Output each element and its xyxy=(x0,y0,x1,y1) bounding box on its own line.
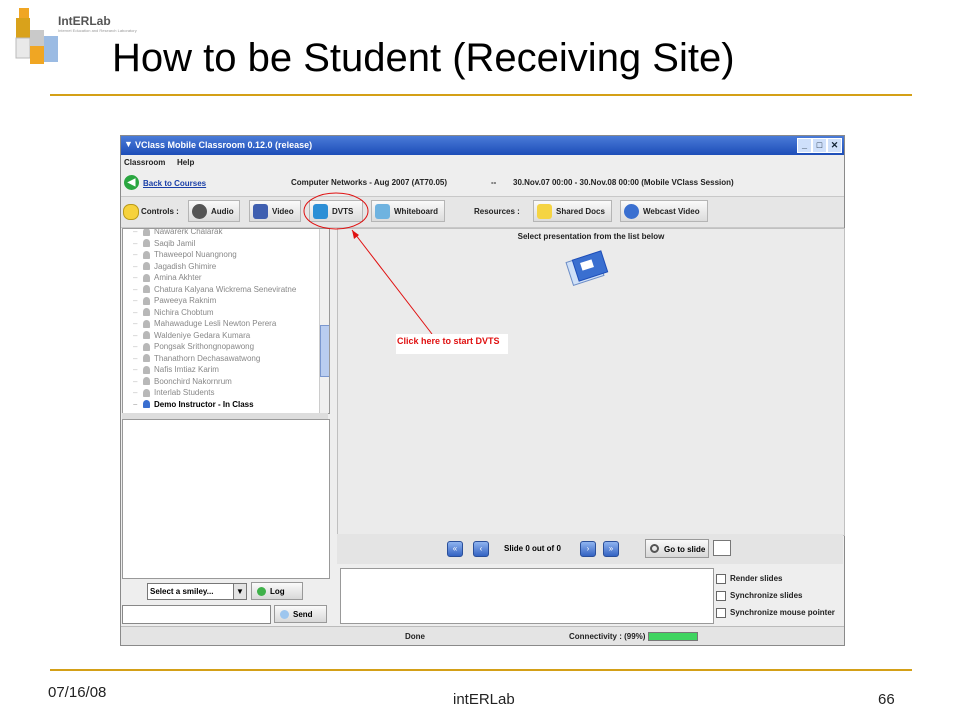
dvts-callout: Click here to start DVTS xyxy=(396,334,508,354)
dvts-highlight-ellipse xyxy=(303,192,369,230)
annotation-overlay xyxy=(303,192,433,335)
callout-arrow xyxy=(351,229,433,335)
dvts-callout-text: Click here to start DVTS xyxy=(397,336,500,346)
